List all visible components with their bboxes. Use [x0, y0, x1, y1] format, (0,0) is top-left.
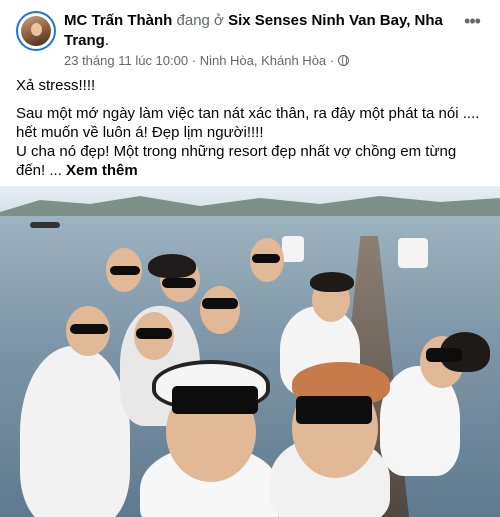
photo-sunglasses-7 — [426, 348, 462, 362]
text-paragraph-3: U cha nó đẹp! Một trong những resort đẹp… — [16, 142, 486, 180]
globe-icon[interactable] — [337, 55, 349, 66]
more-options-icon[interactable]: ••• — [460, 12, 484, 34]
photo-sunglasses-2 — [110, 266, 140, 275]
post-photo[interactable] — [0, 186, 500, 517]
timestamp[interactable]: 23 tháng 11 lúc 10:00 — [64, 53, 188, 68]
post-meta: 23 tháng 11 lúc 10:00 · Ninh Hòa, Khánh … — [64, 53, 349, 69]
photo-sunglasses-1 — [70, 324, 108, 334]
author-line: MC Trấn Thành đang ở Six Senses Ninh Van… — [64, 11, 444, 51]
photo-sunglasses-6 — [136, 328, 172, 339]
author-avatar[interactable] — [16, 11, 56, 51]
avatar-image — [21, 16, 51, 46]
text-paragraph-2: Sau một mớ ngày làm việc tan nát xác thâ… — [16, 105, 480, 141]
facebook-post: MC Trấn Thành đang ở Six Senses Ninh Van… — [0, 0, 500, 517]
see-more-link[interactable]: Xem thêm — [66, 162, 138, 179]
author-name[interactable]: MC Trấn Thành — [64, 12, 172, 29]
text-line-1: Xả stress!!!! — [16, 77, 96, 94]
meta-separator-1: · — [191, 53, 197, 68]
photo-sunglasses-3 — [162, 278, 196, 288]
meta-separator-2: · — [329, 53, 335, 68]
photo-boat-1 — [398, 238, 428, 268]
post-header: MC Trấn Thành đang ở Six Senses Ninh Van… — [16, 8, 484, 68]
photo-person-1 — [20, 346, 130, 517]
location-connector: đang ở — [176, 12, 224, 29]
photo-sunglasses-9 — [296, 396, 372, 424]
photo-hat-1 — [148, 254, 196, 278]
photo-boat-2 — [282, 236, 304, 262]
photo-sunglasses-8 — [172, 386, 258, 414]
photo-boat-3 — [30, 222, 60, 228]
avatar-face — [31, 23, 42, 36]
photo-hair-1 — [310, 272, 354, 292]
photo-sunglasses-4 — [202, 298, 238, 309]
photo-head-4 — [200, 286, 240, 334]
place-name[interactable]: Ninh Hòa, Khánh Hòa — [200, 53, 326, 68]
period: . — [104, 32, 110, 49]
photo-sunglasses-5 — [252, 254, 280, 263]
post-text: Xả stress!!!! Sau một mớ ngày làm việc t… — [16, 76, 486, 180]
